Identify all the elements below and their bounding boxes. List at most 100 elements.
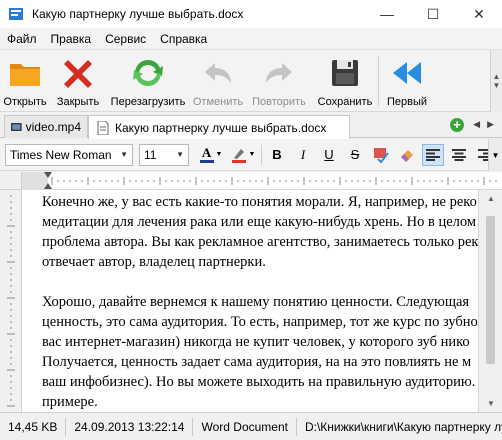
folder-icon — [10, 64, 40, 86]
font-color-button[interactable]: A ▼ — [197, 144, 225, 166]
toolbar-overflow-arrow[interactable]: ▲ ▼ — [490, 50, 502, 112]
maximize-button[interactable]: ☐ — [410, 0, 456, 28]
main-toolbar: Открыть Закрыть Перезагрузить Отменить П… — [0, 50, 502, 112]
bold-button[interactable]: B — [266, 144, 288, 166]
spellcheck-button[interactable] — [370, 144, 392, 166]
align-left-icon — [426, 148, 440, 161]
ruler-corner — [0, 172, 22, 190]
undo-button[interactable]: Отменить — [190, 50, 246, 112]
video-file-icon — [11, 123, 22, 131]
align-left-button[interactable] — [422, 143, 444, 166]
chevron-down-icon: ▼ — [248, 151, 256, 158]
menu-file[interactable]: Файл — [0, 32, 44, 46]
reload-button[interactable]: Перезагрузить — [106, 50, 190, 112]
tab-document[interactable]: Какую партнерку лучше выбрать.docx — [88, 115, 350, 139]
title-bar: Какую партнерку лучше выбрать.docx — ☐ ✕ — [0, 0, 502, 28]
redo-button[interactable]: Повторить — [246, 50, 312, 112]
first-label: Первый — [386, 96, 428, 108]
horizontal-ruler[interactable] — [22, 172, 502, 190]
tab-video-label: video.mp4 — [25, 120, 81, 134]
tab-next-icon[interactable]: ▶ — [487, 119, 494, 130]
redo-label: Повторить — [252, 96, 306, 108]
scroll-up-arrow[interactable]: ▲ — [479, 194, 502, 203]
reload-icon — [133, 59, 163, 87]
document-line: проблема автора. Вы как рекламное агентс… — [42, 234, 478, 250]
font-family-select[interactable]: Times New Roman ▼ — [5, 143, 133, 166]
menu-tools[interactable]: Сервис — [98, 32, 153, 46]
highlight-color-button[interactable]: ▼ — [229, 144, 257, 166]
format-toolbar: Times New Roman ▼ 11 ▼ A ▼ ▼ B I U S ▼ — [0, 139, 502, 171]
underline-button[interactable]: U — [318, 144, 340, 166]
document-text[interactable]: Конечно же, у вас есть какие-то понятия … — [42, 192, 478, 412]
eraser-icon — [401, 149, 413, 162]
tab-bar: video.mp4 Какую партнерку лучше выбрать.… — [0, 112, 502, 139]
document-canvas[interactable]: Конечно же, у вас есть какие-то понятия … — [22, 190, 478, 412]
font-color-letter: A — [201, 145, 212, 160]
vertical-ruler[interactable] — [0, 190, 22, 412]
close-label: Закрыть — [56, 96, 100, 108]
document-line: ценность, это сама аудитория. То есть, н… — [42, 314, 478, 330]
document-line: примере. — [42, 394, 98, 410]
strikethrough-button[interactable]: S — [344, 144, 366, 166]
chevron-down-icon: ▼ — [215, 151, 223, 158]
open-button[interactable]: Открыть — [0, 50, 50, 112]
rewind-icon — [393, 62, 421, 84]
status-bar: 14,45 KB 24.09.2013 13:22:14 Word Docume… — [0, 412, 502, 440]
document-icon — [97, 120, 109, 135]
tab-video[interactable]: video.mp4 — [4, 115, 88, 138]
italic-button[interactable]: I — [292, 144, 314, 166]
font-size-select[interactable]: 11 ▼ — [139, 143, 189, 166]
document-line: отвечает автор, владелец партнерки. — [42, 254, 266, 270]
status-file-path: D:\Книжки\книги\Какую партнерку лу — [304, 419, 502, 434]
undo-icon — [205, 63, 231, 83]
save-label: Сохранить — [317, 96, 373, 108]
document-line — [42, 272, 478, 292]
reload-label: Перезагрузить — [110, 96, 186, 108]
menu-bar: Файл Правка Сервис Справка — [0, 28, 502, 50]
document-line: вас интернет-магазин) никогда не купит ч… — [42, 334, 470, 350]
undo-label: Отменить — [192, 96, 244, 108]
scroll-down-arrow[interactable]: ▼ — [479, 399, 502, 408]
tab-document-label: Какую партнерку лучше выбрать.docx — [115, 120, 327, 135]
open-label: Открыть — [3, 96, 47, 108]
format-overflow-arrow[interactable]: ▼ — [488, 139, 502, 171]
document-line: медитации для лечения рака или еще какую… — [42, 214, 477, 230]
first-button[interactable]: Первый — [379, 50, 435, 112]
redo-icon — [266, 63, 292, 83]
scrollbar-thumb[interactable] — [486, 216, 495, 364]
spellcheck-icon — [374, 147, 389, 163]
red-x-icon — [64, 60, 92, 88]
document-line: ваш инфобизнес). Но вы можете выходить н… — [42, 374, 476, 390]
app-icon — [8, 6, 24, 22]
highlighter-icon — [231, 148, 246, 163]
vertical-ruler-ticks — [7, 195, 15, 407]
floppy-disk-icon — [332, 60, 358, 86]
font-family-value: Times New Roman — [10, 147, 112, 162]
align-center-icon — [452, 148, 466, 161]
align-center-button[interactable] — [448, 144, 470, 166]
tab-prev-icon[interactable]: ◀ — [473, 119, 480, 130]
chevron-down-icon: ▼ — [176, 150, 184, 159]
save-button[interactable]: Сохранить — [312, 50, 378, 112]
document-line: Конечно же, у вас есть какие-то понятия … — [42, 194, 477, 210]
font-color-swatch — [199, 160, 214, 163]
font-size-value: 11 — [144, 147, 157, 162]
close-button[interactable]: Закрыть — [50, 50, 106, 112]
status-file-size: 14,45 KB — [0, 417, 67, 436]
status-file-type: Word Document — [193, 417, 297, 436]
ruler-ticks — [22, 172, 497, 190]
document-line: Получается, ценность задает сама аудитор… — [42, 354, 472, 370]
window-title: Какую партнерку лучше выбрать.docx — [32, 7, 244, 21]
status-date: 24.09.2013 13:22:14 — [66, 417, 194, 436]
add-tab-icon[interactable]: + — [450, 118, 464, 132]
format-separator — [261, 144, 262, 165]
clear-format-button[interactable] — [396, 144, 418, 166]
chevron-down-icon: ▼ — [120, 150, 128, 159]
minimize-button[interactable]: — — [364, 0, 410, 28]
vertical-scrollbar[interactable]: ▲ ▼ — [478, 190, 502, 412]
menu-edit[interactable]: Правка — [44, 32, 99, 46]
document-line: Хорошо, давайте вернемся к нашему поняти… — [42, 294, 470, 310]
close-window-button[interactable]: ✕ — [456, 0, 502, 28]
font-color-icon: A — [199, 145, 214, 163]
menu-help[interactable]: Справка — [153, 32, 214, 46]
